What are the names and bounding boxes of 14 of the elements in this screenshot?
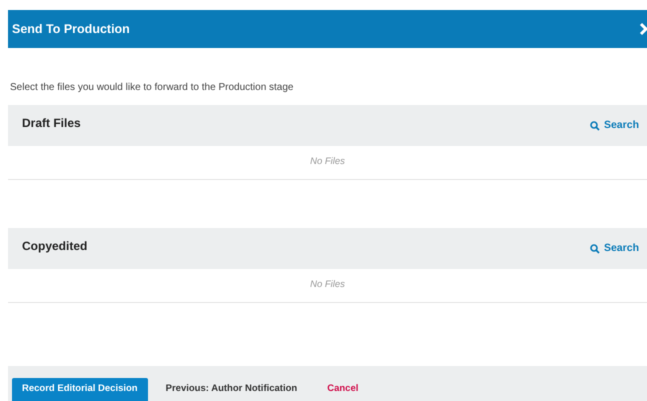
search-icon (590, 121, 600, 131)
close-icon[interactable] (639, 22, 647, 36)
search-icon (590, 244, 600, 254)
window-title: Send To Production (12, 20, 130, 38)
search-link[interactable]: Search (590, 119, 639, 133)
previous-button[interactable]: Previous: Author Notification (166, 378, 298, 401)
grid-title: Copyedited (22, 238, 88, 255)
instructions-text: Select the files you would like to forward to the Production stage (10, 81, 294, 95)
cancel-link[interactable]: Cancel (315, 378, 358, 401)
search-link[interactable]: Search (590, 242, 639, 256)
empty-message: No Files (310, 278, 345, 292)
record-decision-button[interactable]: Record Editorial Decision (12, 378, 148, 401)
grid-title: Draft Files (22, 115, 81, 132)
empty-message: No Files (310, 155, 345, 170)
